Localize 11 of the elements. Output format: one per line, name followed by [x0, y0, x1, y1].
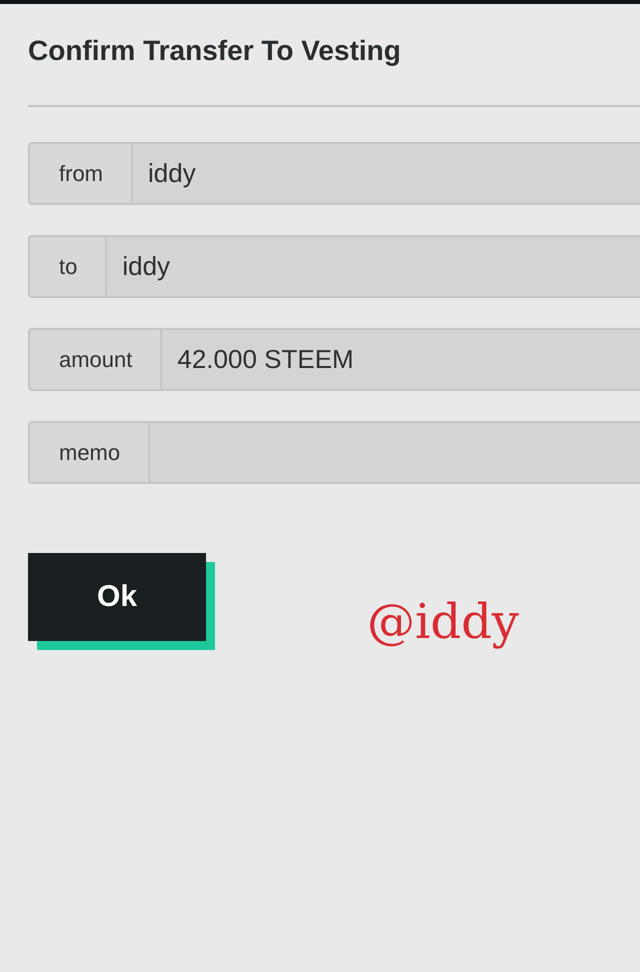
field-label: memo — [28, 421, 150, 484]
signature-text: @iddy — [367, 594, 519, 650]
dialog-title: Confirm Transfer To Vesting — [28, 34, 402, 68]
ok-button[interactable]: Ok — [28, 552, 206, 640]
field-label: from — [28, 142, 133, 205]
input-field[interactable]: 42.000 STEEM — [162, 328, 640, 391]
input-field[interactable]: iddy — [133, 142, 640, 205]
input-field[interactable]: iddy — [107, 235, 640, 298]
field-label: amount — [28, 328, 162, 391]
input-field[interactable] — [150, 421, 640, 484]
field-label: to — [28, 235, 108, 298]
